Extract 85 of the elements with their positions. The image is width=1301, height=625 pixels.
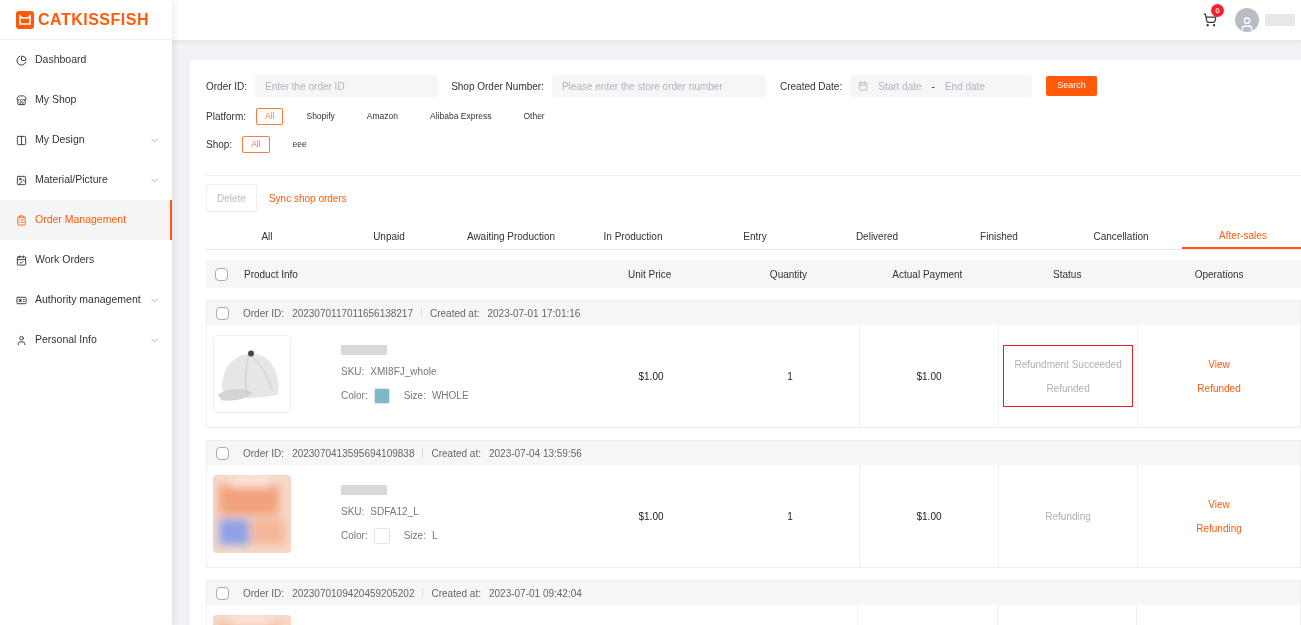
shop-order-number-field[interactable]: Please enter the store order number (551, 75, 766, 97)
columns-icon (16, 134, 27, 146)
created-label: Created at: (431, 446, 481, 461)
redacted-product-name (341, 344, 387, 355)
order-id-field[interactable]: Enter the order ID (255, 75, 439, 97)
id-card-icon (16, 294, 27, 306)
filter-label: Shop: (206, 137, 233, 152)
created-label: Created at: (431, 586, 481, 601)
tab[interactable]: Awaiting Production (450, 226, 572, 249)
column-header: Status (1053, 267, 1082, 282)
calendar-icon (16, 254, 27, 266)
order-id-label: Order ID: (243, 446, 285, 461)
user-icon (16, 334, 27, 346)
order-id: 2023070413595694109838 (292, 446, 415, 461)
column-header: Quantity (769, 267, 808, 282)
tab[interactable]: All (206, 226, 328, 249)
tab[interactable]: Unpaid (328, 226, 450, 249)
order-id-label: Order ID: (243, 306, 285, 321)
unit-price: $1.00 (638, 369, 664, 384)
order-id: 2023070117011656138217 (292, 306, 413, 321)
field-label: Shop Order Number: (451, 79, 544, 94)
status-text: Refunding (1045, 509, 1091, 524)
size: WHOLE (431, 389, 469, 403)
field-label: Order ID: (206, 79, 248, 94)
column-header: Unit Price (627, 267, 672, 282)
sidebar-item[interactable]: Material/Picture (0, 160, 172, 200)
created-at: 2023-07-01 17:01:16 (487, 306, 581, 321)
filter-option[interactable]: Amazon (357, 107, 407, 125)
actual-payment: $1.00 (916, 369, 942, 384)
status-text: Refundment Succeeded (1014, 357, 1122, 372)
color-label: Color: (341, 389, 368, 403)
order-id: 2023070109420459205202 (292, 586, 415, 601)
sidebar-item[interactable]: Dashboard (0, 40, 172, 80)
size-label: Size: (403, 529, 426, 543)
checkbox[interactable] (216, 586, 229, 600)
tab[interactable]: Cancellation (1060, 226, 1182, 249)
filter-option[interactable]: Shopify (297, 107, 344, 125)
redacted-product-name (341, 484, 387, 495)
calendar-icon (858, 81, 869, 91)
column-header: Product Info (244, 267, 298, 282)
sidebar-item[interactable]: My Shop (0, 80, 172, 120)
filter-label: Platform: (206, 109, 246, 124)
date-range-field[interactable]: Start date - End date (850, 75, 1033, 97)
store-icon (16, 94, 27, 106)
sku: XMI8FJ_whole (370, 364, 437, 379)
created-at: 2023-07-04 13:59:56 (488, 446, 582, 461)
checkbox[interactable] (215, 267, 228, 281)
tab[interactable]: Entry (694, 226, 816, 249)
tab[interactable]: Delivered (816, 226, 938, 249)
sidebar-item[interactable]: Authority management (0, 280, 172, 320)
quantity: 1 (787, 509, 793, 524)
size-label: Size: (403, 389, 426, 403)
color-label: Color: (341, 529, 368, 543)
tab[interactable]: Finished (938, 226, 1060, 249)
column-header: Operations (1194, 267, 1244, 282)
brand-name: CATKISSFISH (38, 9, 149, 30)
filter-option[interactable]: Alibaba Express (421, 107, 501, 125)
pie-chart-icon (16, 54, 27, 66)
size: L (431, 529, 438, 543)
sku-label: SKU: (341, 364, 365, 379)
column-header: Actual Payment (892, 267, 963, 282)
avatar[interactable] (1235, 8, 1259, 32)
actual-payment: $1.00 (916, 509, 942, 524)
sidebar-item[interactable]: My Design (0, 120, 172, 160)
quantity: 1 (787, 369, 793, 384)
created-label: Created at: (430, 306, 480, 321)
status-text: Refunded (1046, 381, 1090, 396)
tab[interactable]: In Production (572, 226, 694, 249)
clipboard-icon (16, 214, 27, 226)
cart-icon[interactable] (1203, 13, 1217, 27)
field-label: Created Date: (779, 79, 843, 94)
cat-logo-icon (16, 10, 34, 29)
sku-label: SKU: (341, 504, 365, 519)
sidebar-item[interactable]: Personal Info (0, 320, 172, 360)
checkbox[interactable] (216, 446, 229, 460)
filter-option[interactable]: Other (514, 107, 554, 125)
sidebar-item[interactable]: Work Orders (0, 240, 172, 280)
unit-price: $1.00 (638, 509, 664, 524)
created-at: 2023-07-01 09:42:04 (488, 586, 582, 601)
checkbox[interactable] (216, 306, 229, 320)
filter-option[interactable]: eee (283, 135, 316, 153)
image-icon (16, 174, 27, 186)
cart-badge: 6 (1211, 4, 1224, 17)
order-id-label: Order ID: (243, 586, 285, 601)
sku: SDFA12_L (370, 504, 419, 519)
